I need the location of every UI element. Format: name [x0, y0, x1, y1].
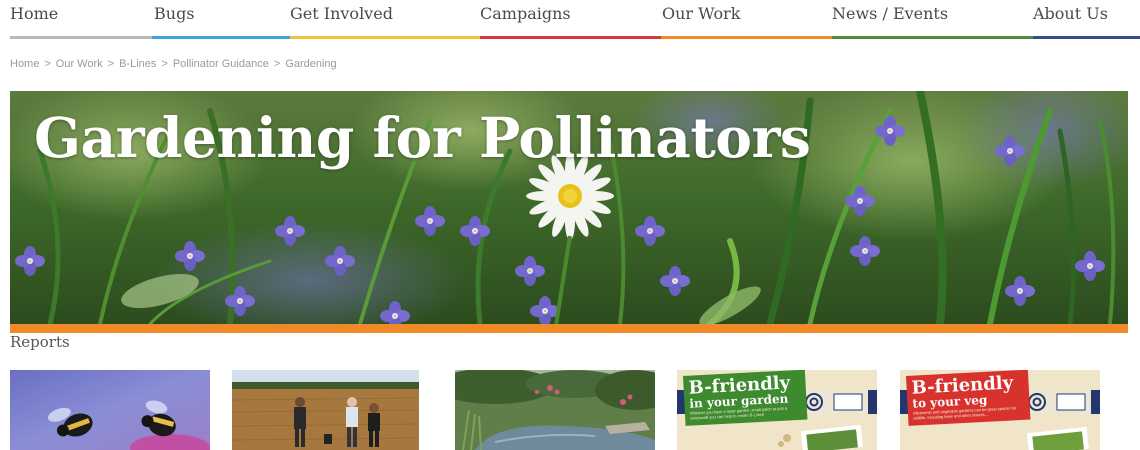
nav-item-about-us[interactable]: About Us [1033, 0, 1140, 40]
hero-banner: Gardening for Pollinators [10, 91, 1128, 324]
nav-underline [10, 36, 152, 39]
nav-label: News / Events [832, 4, 949, 23]
nav-underline [832, 36, 1033, 39]
nav-label: About Us [1033, 4, 1108, 23]
report-card-garden-pond[interactable] [455, 370, 655, 450]
hero-accent-stripe [10, 324, 1128, 333]
field-survey-photo [232, 370, 419, 450]
report-card-b-friendly-veg[interactable]: B-friendly to your veg Allotments and ve… [900, 370, 1100, 450]
nav-label: Campaigns [480, 4, 571, 23]
nav-underline [661, 36, 832, 39]
nav-underline [290, 36, 480, 39]
breadcrumb-home[interactable]: Home [10, 58, 39, 70]
leaflet-title-block: B-friendly in your garden Whether you ha… [683, 370, 808, 426]
garden-pond-photo [455, 370, 655, 450]
bumblebees-photo [10, 370, 210, 450]
breadcrumb-separator: > [44, 58, 51, 70]
breadcrumb-b-lines[interactable]: B-Lines [119, 58, 156, 70]
breadcrumb-separator: > [161, 58, 168, 70]
breadcrumb-current-gardening: Gardening [285, 58, 337, 70]
main-navigation: Home Bugs Get Involved Campaigns Our Wor… [10, 0, 1140, 40]
breadcrumb-separator: > [107, 58, 115, 70]
breadcrumb-our-work[interactable]: Our Work [56, 58, 103, 70]
report-card-field-survey[interactable] [232, 370, 419, 450]
breadcrumb-separator: > [273, 58, 281, 70]
page-title: Gardening for Pollinators [34, 105, 811, 170]
nav-item-home[interactable]: Home [10, 0, 152, 40]
nav-label: Our Work [662, 4, 741, 23]
nav-underline [152, 36, 290, 39]
breadcrumb: Home > Our Work > B-Lines > Pollinator Guidanc… [10, 58, 337, 70]
nav-item-bugs[interactable]: Bugs [152, 0, 290, 40]
report-card-b-friendly-garden[interactable]: B-friendly in your garden Whether you ha… [677, 370, 877, 450]
nav-item-our-work[interactable]: Our Work [661, 0, 832, 40]
nav-label: Bugs [154, 4, 195, 23]
breadcrumb-pollinator-guidance[interactable]: Pollinator Guidance [173, 58, 269, 70]
nav-underline [1033, 36, 1140, 39]
nav-item-get-involved[interactable]: Get Involved [290, 0, 480, 40]
nav-label: Home [10, 4, 59, 23]
nav-item-campaigns[interactable]: Campaigns [480, 0, 661, 40]
nav-label: Get Involved [290, 4, 393, 23]
nav-underline [480, 36, 661, 39]
report-card-bumblebees[interactable] [10, 370, 210, 450]
nav-item-news-events[interactable]: News / Events [832, 0, 1033, 40]
leaflet-title-block: B-friendly to your veg Allotments and ve… [906, 370, 1031, 426]
reports-heading: Reports [10, 333, 70, 351]
